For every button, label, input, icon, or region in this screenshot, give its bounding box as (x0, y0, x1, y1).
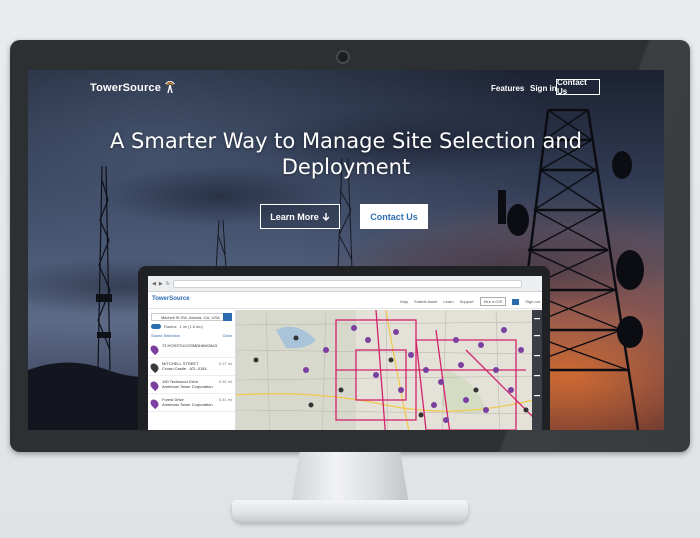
map-pin-icon (148, 379, 161, 392)
list-item: 190 Techwood Drive American Tower Corpor… (148, 376, 235, 394)
app-nav-submit: Submit Asset (414, 299, 438, 304)
list-item: 73 HOSSTUCOSMBHAW2843 (148, 340, 235, 358)
nav-contact-button[interactable]: Contact Us (556, 78, 600, 96)
radius-value: 1 mi (1.6 km) (179, 324, 203, 329)
monitor-stand-base (232, 500, 468, 522)
reload-icon: ↻ (165, 280, 170, 287)
item-distance: 0.32 mi (218, 379, 232, 384)
app-header: TowerSource Map Submit Asset Learn Suppo… (148, 292, 542, 309)
forward-icon: ▶ (158, 280, 163, 287)
app-nav-support: Support (459, 299, 474, 304)
map-pin-icon (148, 343, 161, 356)
user-icon (512, 298, 520, 305)
monitor-stand-neck (291, 452, 409, 504)
learn-more-button[interactable]: Learn More (260, 204, 340, 229)
search-icon (223, 313, 232, 321)
browser-toolbar: ◀ ▶ ↻ (148, 276, 542, 292)
site-logo[interactable]: TowerSource (90, 81, 177, 95)
item-sub: Crown Castle · ATL-0154 (162, 366, 207, 371)
map-pin-icon (148, 397, 161, 410)
item-sub: American Tower Corporation (162, 402, 213, 407)
hero-title: A Smarter Way to Manage Site Selection a… (110, 129, 582, 179)
saved-selection-row: Saved Selection Clear (151, 333, 232, 338)
arrow-down-icon (322, 212, 330, 221)
top-navigation: TowerSource Features Sign in Contact Us (28, 70, 664, 106)
radius-label: Radius (164, 324, 177, 329)
nav-signin-link[interactable]: Sign in (530, 84, 557, 93)
learn-more-label: Learn More (270, 211, 319, 222)
app-nav-boxed: Hire a GIS (479, 297, 507, 306)
radius-row: Radius 1 mi (1.6 km) (151, 324, 232, 329)
app-logo: TowerSource (152, 296, 190, 302)
app-search-field: Mitchell St SW, Atlanta, GA, USA (151, 313, 232, 321)
website-screen: TowerSource Features Sign in Contact Us … (28, 70, 664, 430)
url-bar (172, 279, 522, 288)
camera-icon (336, 50, 350, 64)
logo-text: TowerSource (90, 82, 162, 94)
app-nav-learn: Learn (443, 299, 454, 304)
radius-toggle (151, 324, 161, 329)
app-preview-monitor: ◀ ▶ ↻ TowerSource Map Submit Asset Learn… (138, 266, 550, 430)
app-signout: Sign out (525, 299, 540, 304)
app-search-value: Mitchell St SW, Atlanta, GA, USA (161, 314, 220, 320)
item-distance: 0.27 mi (218, 361, 232, 366)
app-nav-map: Map (400, 299, 409, 304)
app-nav: Map Submit Asset Learn Support Hire a GI… (400, 297, 540, 306)
antenna-signal-icon (165, 81, 175, 94)
item-title: 73 HOSSTUCOSMBHAW2843 (162, 343, 217, 348)
app-preview-screen: ◀ ▶ ↻ TowerSource Map Submit Asset Learn… (148, 276, 542, 430)
item-distance: 0.41 mi (218, 397, 232, 402)
clear-label: Clear (222, 333, 232, 338)
back-icon: ◀ (152, 280, 156, 287)
map-graphic (236, 310, 542, 430)
saved-label: Saved Selection (151, 333, 180, 338)
list-item: Forest Drive American Tower Corporation … (148, 394, 235, 412)
contact-us-button[interactable]: Contact Us (360, 204, 428, 229)
nav-features-link[interactable]: Features (491, 84, 524, 93)
list-item: MITCHELL STREET Crown Castle · ATL-0154 … (148, 358, 235, 376)
app-map (236, 310, 542, 430)
map-pin-icon (148, 361, 161, 374)
item-sub: American Tower Corporation (162, 384, 213, 389)
app-sidebar: Mitchell St SW, Atlanta, GA, USA Radius … (148, 310, 236, 430)
